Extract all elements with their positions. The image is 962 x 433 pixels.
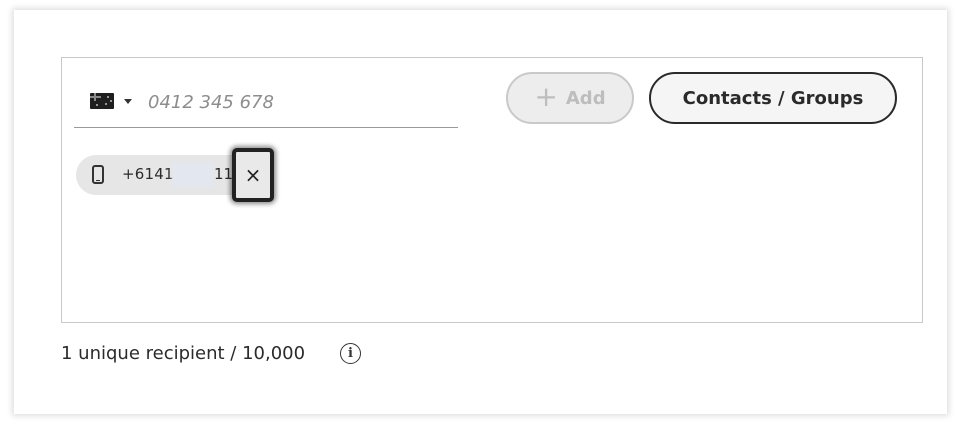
close-icon: × bbox=[244, 163, 262, 187]
add-button[interactable]: + Add bbox=[506, 72, 634, 124]
recipient-number-prefix: +6141 bbox=[122, 165, 174, 183]
redacted-digits bbox=[172, 162, 214, 188]
australia-flag-icon[interactable] bbox=[90, 93, 114, 109]
phone-number-input[interactable] bbox=[148, 85, 448, 119]
caret-down-icon[interactable] bbox=[124, 99, 132, 104]
add-button-label: Add bbox=[565, 87, 606, 109]
flag-union-vertical bbox=[94, 93, 96, 101]
contacts-groups-button[interactable]: Contacts / Groups bbox=[649, 72, 897, 124]
info-symbol: i bbox=[348, 346, 353, 361]
flag-star bbox=[107, 96, 109, 98]
flag-star bbox=[110, 100, 112, 102]
flag-star bbox=[105, 103, 107, 105]
recipient-number-suffix: 11 bbox=[214, 165, 234, 183]
recipient-count: 1 unique recipient / 10,000 bbox=[61, 343, 306, 364]
phone-input-row bbox=[74, 79, 458, 128]
mobile-phone-icon bbox=[92, 165, 104, 184]
info-icon[interactable]: i bbox=[340, 343, 361, 364]
plus-icon: + bbox=[534, 79, 558, 113]
flag-star bbox=[96, 104, 98, 106]
contacts-groups-label: Contacts / Groups bbox=[682, 87, 864, 109]
remove-recipient-button[interactable]: × bbox=[232, 148, 274, 202]
